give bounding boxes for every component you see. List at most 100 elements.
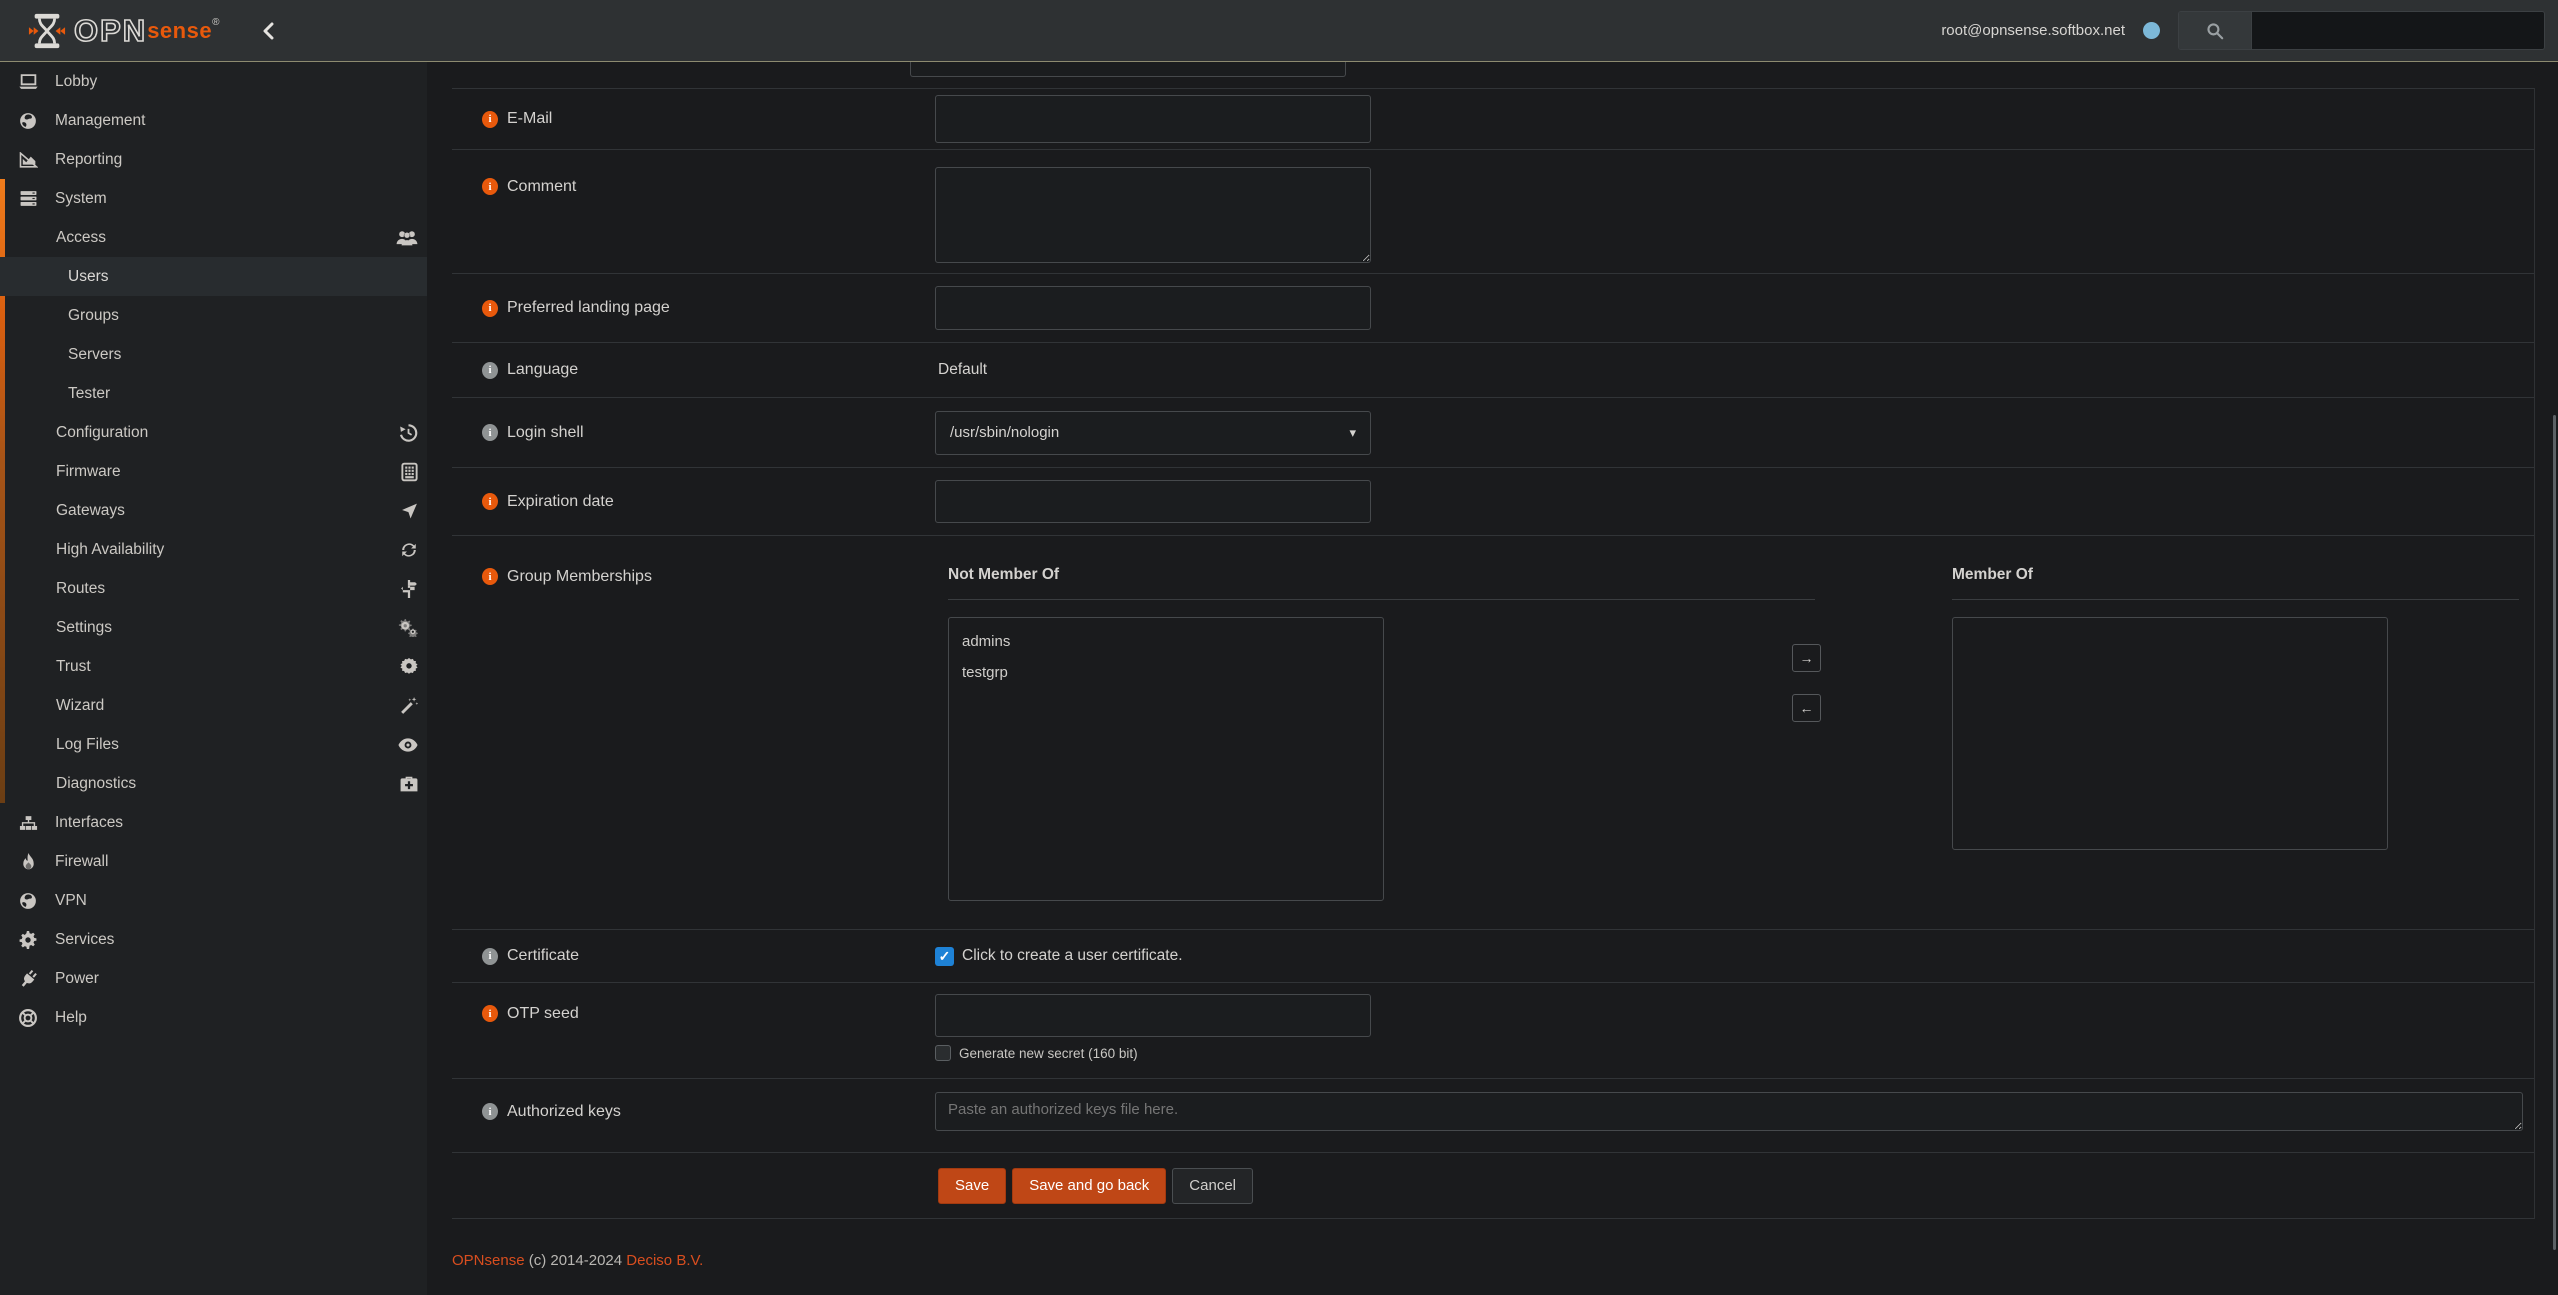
field-label: Expiration date xyxy=(507,493,614,511)
form-row-email: i E-Mail xyxy=(452,88,2534,149)
collapse-sidebar-chevron-icon[interactable] xyxy=(261,22,275,40)
globe-icon xyxy=(13,892,43,910)
field-label: Group Memberships xyxy=(507,568,652,586)
sidebar-item-users[interactable]: Users xyxy=(0,257,427,296)
field-label: Login shell xyxy=(507,424,584,442)
info-icon[interactable]: i xyxy=(482,493,498,510)
generate-secret-label: Generate new secret (160 bit) xyxy=(959,1046,1138,1061)
firmware-chip-icon xyxy=(401,462,418,481)
sidebar-item-label: Groups xyxy=(68,307,119,325)
info-icon[interactable]: i xyxy=(482,1005,498,1022)
info-icon[interactable]: i xyxy=(482,1103,498,1120)
sidebar-item-label: System xyxy=(55,190,107,208)
scrolled-off-input[interactable] xyxy=(910,62,1346,77)
sidebar-item-access[interactable]: Access xyxy=(0,218,427,257)
login-shell-value: /usr/sbin/nologin xyxy=(950,424,1059,441)
sidebar-item-wizard[interactable]: Wizard xyxy=(0,686,427,725)
sidebar-item-help[interactable]: Help xyxy=(0,998,427,1037)
sidebar-item-label: Tester xyxy=(68,385,110,403)
sidebar-item-label: Firewall xyxy=(55,853,108,871)
sidebar-item-power[interactable]: Power xyxy=(0,959,427,998)
info-icon[interactable]: i xyxy=(482,362,498,379)
sidebar-item-lobby[interactable]: Lobby xyxy=(0,62,427,101)
info-icon[interactable]: i xyxy=(482,568,498,585)
field-label: Authorized keys xyxy=(507,1103,621,1121)
info-icon[interactable]: i xyxy=(482,111,498,128)
users-group-icon xyxy=(396,230,418,246)
field-label: Certificate xyxy=(507,947,579,965)
sidebar-item-log-files[interactable]: Log Files xyxy=(0,725,427,764)
remove-from-group-button[interactable]: ← xyxy=(1792,694,1821,722)
info-icon[interactable]: i xyxy=(482,424,498,441)
sidebar-item-services[interactable]: Services xyxy=(0,920,427,959)
login-shell-select[interactable]: /usr/sbin/nologin ▾ xyxy=(935,411,1371,455)
location-arrow-icon xyxy=(401,502,418,519)
certificate-checkbox[interactable]: ✓ xyxy=(935,947,954,966)
save-and-go-back-button[interactable]: Save and go back xyxy=(1012,1168,1166,1204)
life-ring-icon xyxy=(13,1009,43,1027)
cogs-icon xyxy=(398,619,418,637)
form-row-otp-seed: i OTP seed Generate new secret (160 bit) xyxy=(452,982,2534,1078)
email-field[interactable] xyxy=(935,95,1371,143)
authorized-keys-field[interactable] xyxy=(935,1092,2523,1131)
form-row-actions: Save Save and go back Cancel xyxy=(452,1152,2534,1219)
sidebar-item-tester[interactable]: Tester xyxy=(0,374,427,413)
sidebar-item-trust[interactable]: Trust xyxy=(0,647,427,686)
info-icon[interactable]: i xyxy=(482,178,498,195)
copyright-text: (c) 2014-2024 xyxy=(529,1252,622,1269)
sidebar-item-gateways[interactable]: Gateways xyxy=(0,491,427,530)
gear-icon xyxy=(13,931,43,949)
vertical-scrollbar[interactable] xyxy=(2553,415,2556,1250)
sidebar-item-label: Gateways xyxy=(56,502,125,520)
sidebar-item-interfaces[interactable]: Interfaces xyxy=(0,803,427,842)
sidebar-item-label: High Availability xyxy=(56,541,164,559)
search-icon xyxy=(2179,12,2252,49)
not-member-of-listbox[interactable]: admins testgrp xyxy=(948,617,1384,901)
sidebar-item-firewall[interactable]: Firewall xyxy=(0,842,427,881)
sidebar-section-system: System Access Users Groups Servers Teste… xyxy=(0,179,427,803)
landing-page-field[interactable] xyxy=(935,286,1371,330)
user-edit-form: i E-Mail i Comment i Preferred landing p… xyxy=(452,88,2535,1219)
sidebar-item-high-availability[interactable]: High Availability xyxy=(0,530,427,569)
map-signs-icon xyxy=(400,580,418,598)
sidebar-item-label: Interfaces xyxy=(55,814,123,832)
sidebar-item-system[interactable]: System xyxy=(0,179,427,218)
sidebar-item-servers[interactable]: Servers xyxy=(0,335,427,374)
eye-icon xyxy=(398,737,418,752)
sidebar-item-groups[interactable]: Groups xyxy=(0,296,427,335)
sidebar-item-management[interactable]: Management xyxy=(0,101,427,140)
comment-field[interactable] xyxy=(935,167,1371,263)
info-icon[interactable]: i xyxy=(482,948,498,965)
form-row-authorized-keys: i Authorized keys xyxy=(452,1078,2534,1152)
group-option[interactable]: testgrp xyxy=(949,657,1383,688)
footer: OPNsense (c) 2014-2024 Deciso B.V. xyxy=(452,1252,703,1269)
sidebar-item-reporting[interactable]: Reporting xyxy=(0,140,427,179)
sidebar-item-vpn[interactable]: VPN xyxy=(0,881,427,920)
sidebar-item-settings[interactable]: Settings xyxy=(0,608,427,647)
logged-in-user[interactable]: root@opnsense.softbox.net xyxy=(1941,22,2125,39)
cancel-button[interactable]: Cancel xyxy=(1172,1168,1253,1204)
save-button[interactable]: Save xyxy=(938,1168,1006,1204)
opnsense-logo[interactable]: OPNsense® xyxy=(28,11,219,51)
server-stack-icon xyxy=(13,190,43,207)
add-to-group-button[interactable]: → xyxy=(1792,644,1821,672)
language-value: Default xyxy=(935,361,987,379)
group-option[interactable]: admins xyxy=(949,626,1383,657)
form-row-group-memberships: i Group Memberships Not Member Of admins… xyxy=(452,535,2534,929)
info-icon[interactable]: i xyxy=(482,300,498,317)
sidebar-item-configuration[interactable]: Configuration xyxy=(0,413,427,452)
member-of-listbox[interactable] xyxy=(1952,617,2388,850)
sidebar-item-routes[interactable]: Routes xyxy=(0,569,427,608)
deciso-footer-link[interactable]: Deciso B.V. xyxy=(626,1252,703,1269)
sidebar-item-firmware[interactable]: Firmware xyxy=(0,452,427,491)
search-input[interactable] xyxy=(2252,12,2544,49)
form-row-comment: i Comment xyxy=(452,149,2534,273)
otp-seed-field[interactable] xyxy=(935,994,1371,1037)
expiration-date-field[interactable] xyxy=(935,480,1371,523)
generate-secret-checkbox[interactable] xyxy=(935,1045,951,1061)
opnsense-footer-link[interactable]: OPNsense xyxy=(452,1252,525,1269)
fire-icon xyxy=(13,853,43,871)
sidebar-item-diagnostics[interactable]: Diagnostics xyxy=(0,764,427,803)
member-of-title: Member Of xyxy=(1952,566,2519,584)
arrow-left-icon: ← xyxy=(1800,700,1814,716)
